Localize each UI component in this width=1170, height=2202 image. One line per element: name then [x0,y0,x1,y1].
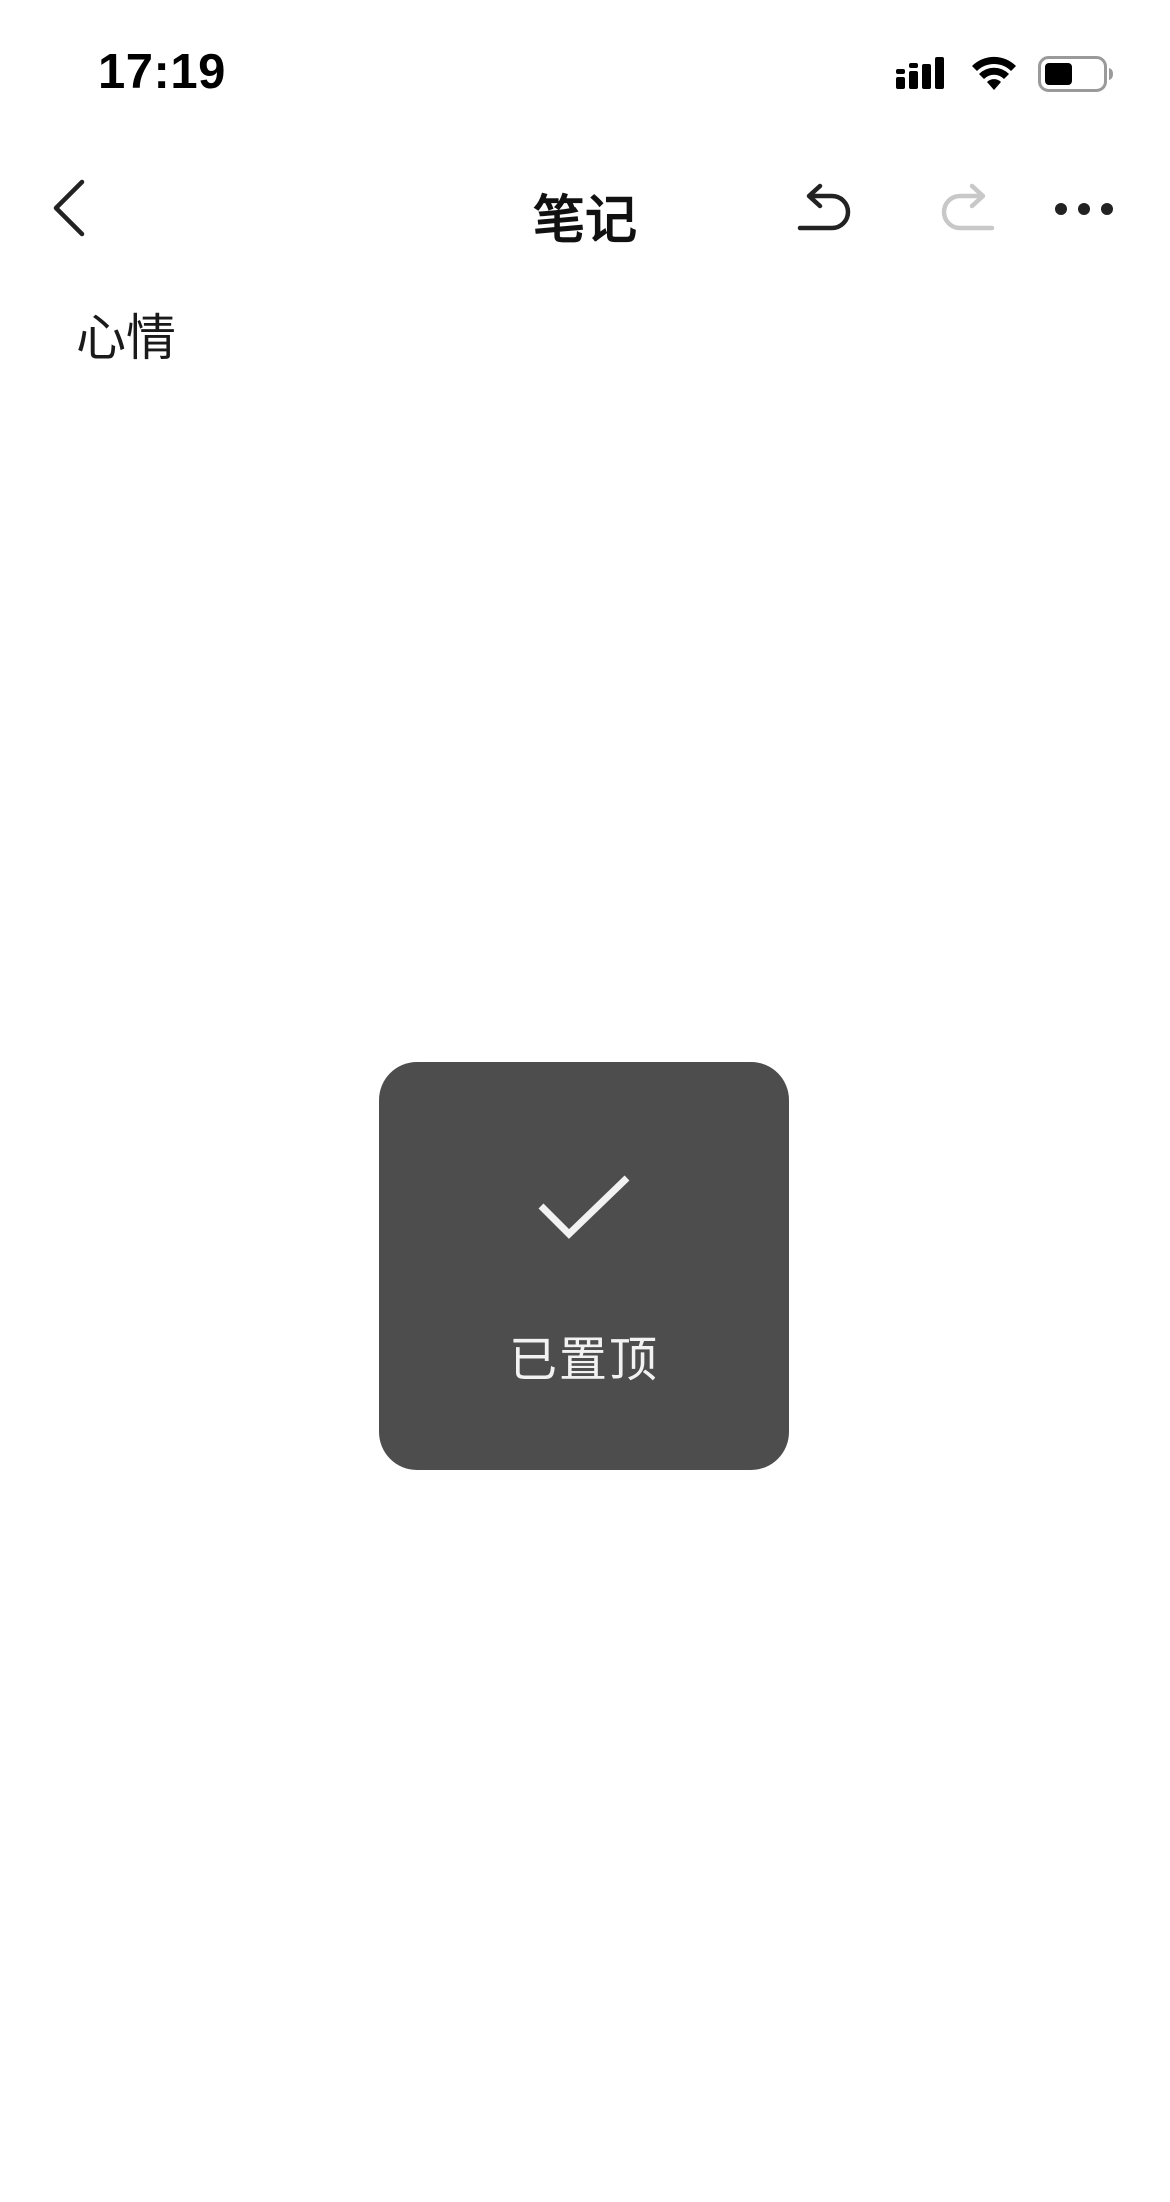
wifi-icon [970,56,1018,96]
redo-button[interactable] [930,174,1002,246]
battery-icon [1038,55,1114,97]
cellular-signal-icon [896,55,950,97]
status-bar: 17:19 [0,0,1170,150]
status-icons [896,54,1114,98]
note-content[interactable]: 心情 [76,300,1096,376]
checkmark-icon [529,1162,639,1252]
undo-button[interactable] [790,174,862,246]
nav-bar: 笔记 [0,150,1170,270]
toast-text: 已置顶 [508,1332,659,1388]
toast-message: 已置顶 [379,1062,789,1470]
undo-icon [796,182,856,238]
more-horizontal-icon [1054,201,1114,220]
redo-icon [936,182,996,238]
more-button[interactable] [1048,174,1120,246]
status-time: 17:19 [98,45,226,99]
